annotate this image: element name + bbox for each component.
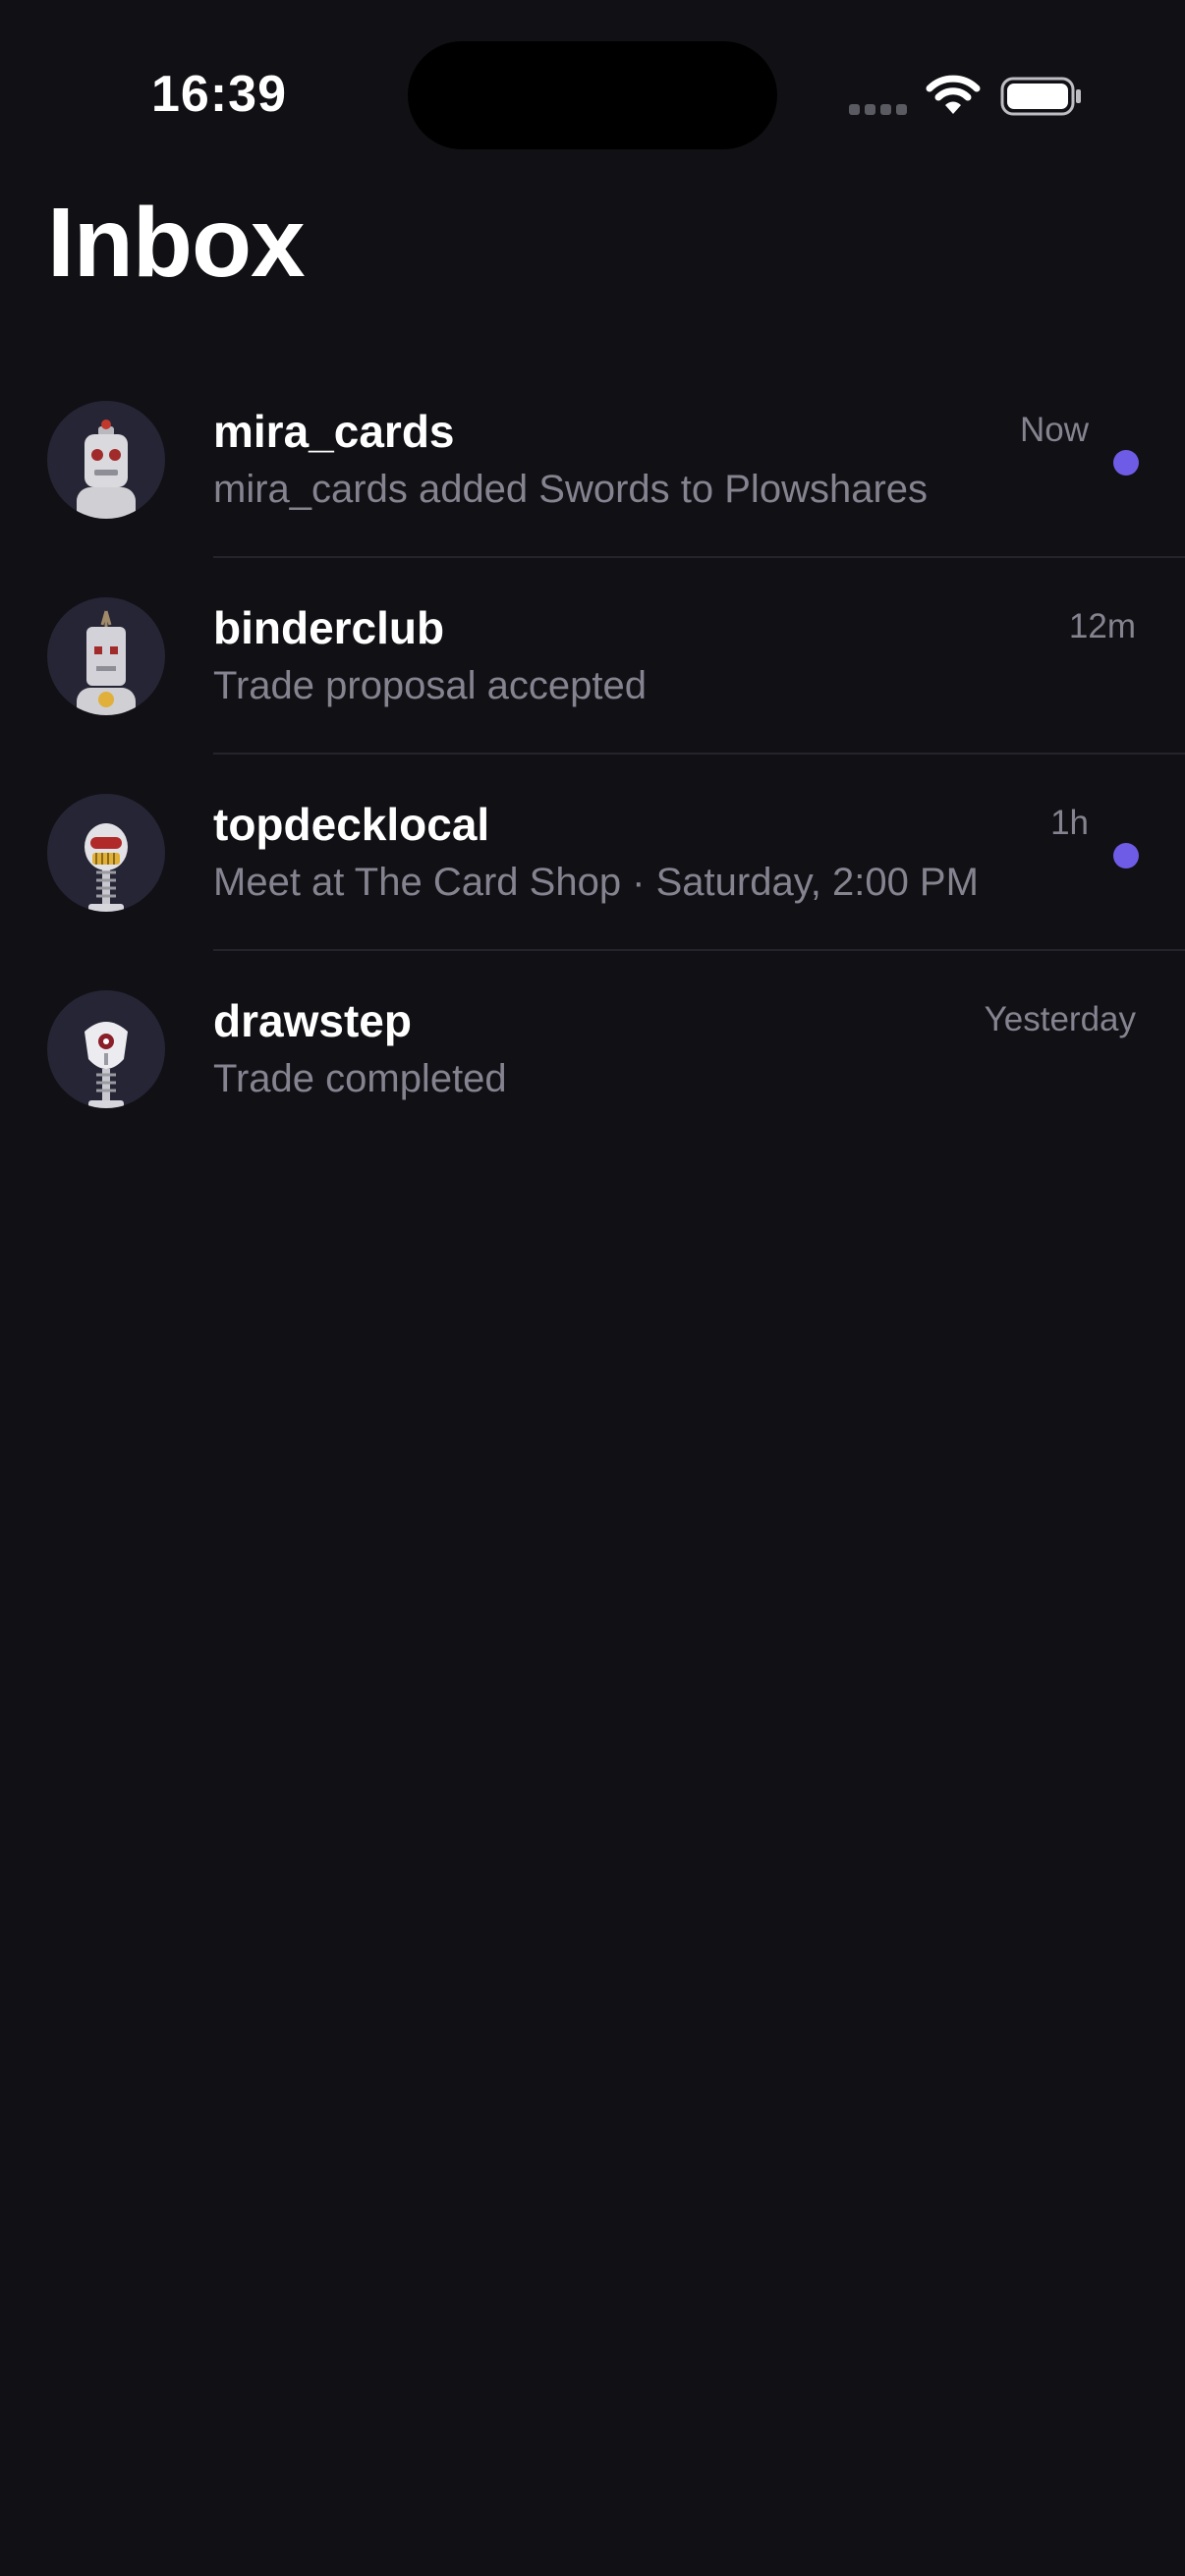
conversation-preview: Meet at The Card Shop · Saturday, 2:00 P… bbox=[213, 861, 979, 904]
conversation-time: 12m bbox=[1068, 607, 1136, 645]
conversation-row[interactable]: mira_cards mira_cards added Swords to Pl… bbox=[0, 362, 1185, 558]
conversation-row[interactable]: topdecklocal Meet at The Card Shop · Sat… bbox=[0, 755, 1185, 951]
robot-avatar-icon bbox=[47, 401, 165, 519]
wifi-icon bbox=[926, 75, 981, 116]
conversation-row[interactable]: binderclub Trade proposal accepted 12m bbox=[0, 558, 1185, 755]
page-title: Inbox bbox=[47, 188, 306, 298]
conversation-time: Now bbox=[1019, 411, 1089, 449]
cellular-signal-icon bbox=[849, 104, 908, 116]
conversation-username: mira_cards bbox=[213, 406, 455, 457]
robot-avatar-icon bbox=[47, 794, 165, 912]
unread-indicator bbox=[1113, 843, 1139, 868]
status-bar: 16:39 bbox=[0, 0, 1185, 149]
conversation-preview: Trade completed bbox=[213, 1057, 507, 1100]
dynamic-island bbox=[408, 41, 777, 149]
conversation-list: mira_cards mira_cards added Swords to Pl… bbox=[0, 362, 1185, 1148]
conversation-row[interactable]: drawstep Trade completed Yesterday bbox=[0, 951, 1185, 1148]
robot-avatar-icon bbox=[47, 990, 165, 1108]
battery-icon bbox=[1000, 77, 1083, 116]
unread-indicator bbox=[1113, 450, 1139, 476]
conversation-preview: mira_cards added Swords to Plowshares bbox=[213, 468, 929, 511]
conversation-time: 1h bbox=[1050, 804, 1089, 842]
status-time: 16:39 bbox=[151, 66, 287, 123]
robot-avatar-icon bbox=[47, 597, 165, 715]
conversation-time: Yesterday bbox=[984, 1000, 1136, 1038]
conversation-username: drawstep bbox=[213, 995, 412, 1046]
conversation-username: topdecklocal bbox=[213, 799, 490, 850]
conversation-preview: Trade proposal accepted bbox=[213, 664, 648, 707]
conversation-username: binderclub bbox=[213, 602, 445, 653]
